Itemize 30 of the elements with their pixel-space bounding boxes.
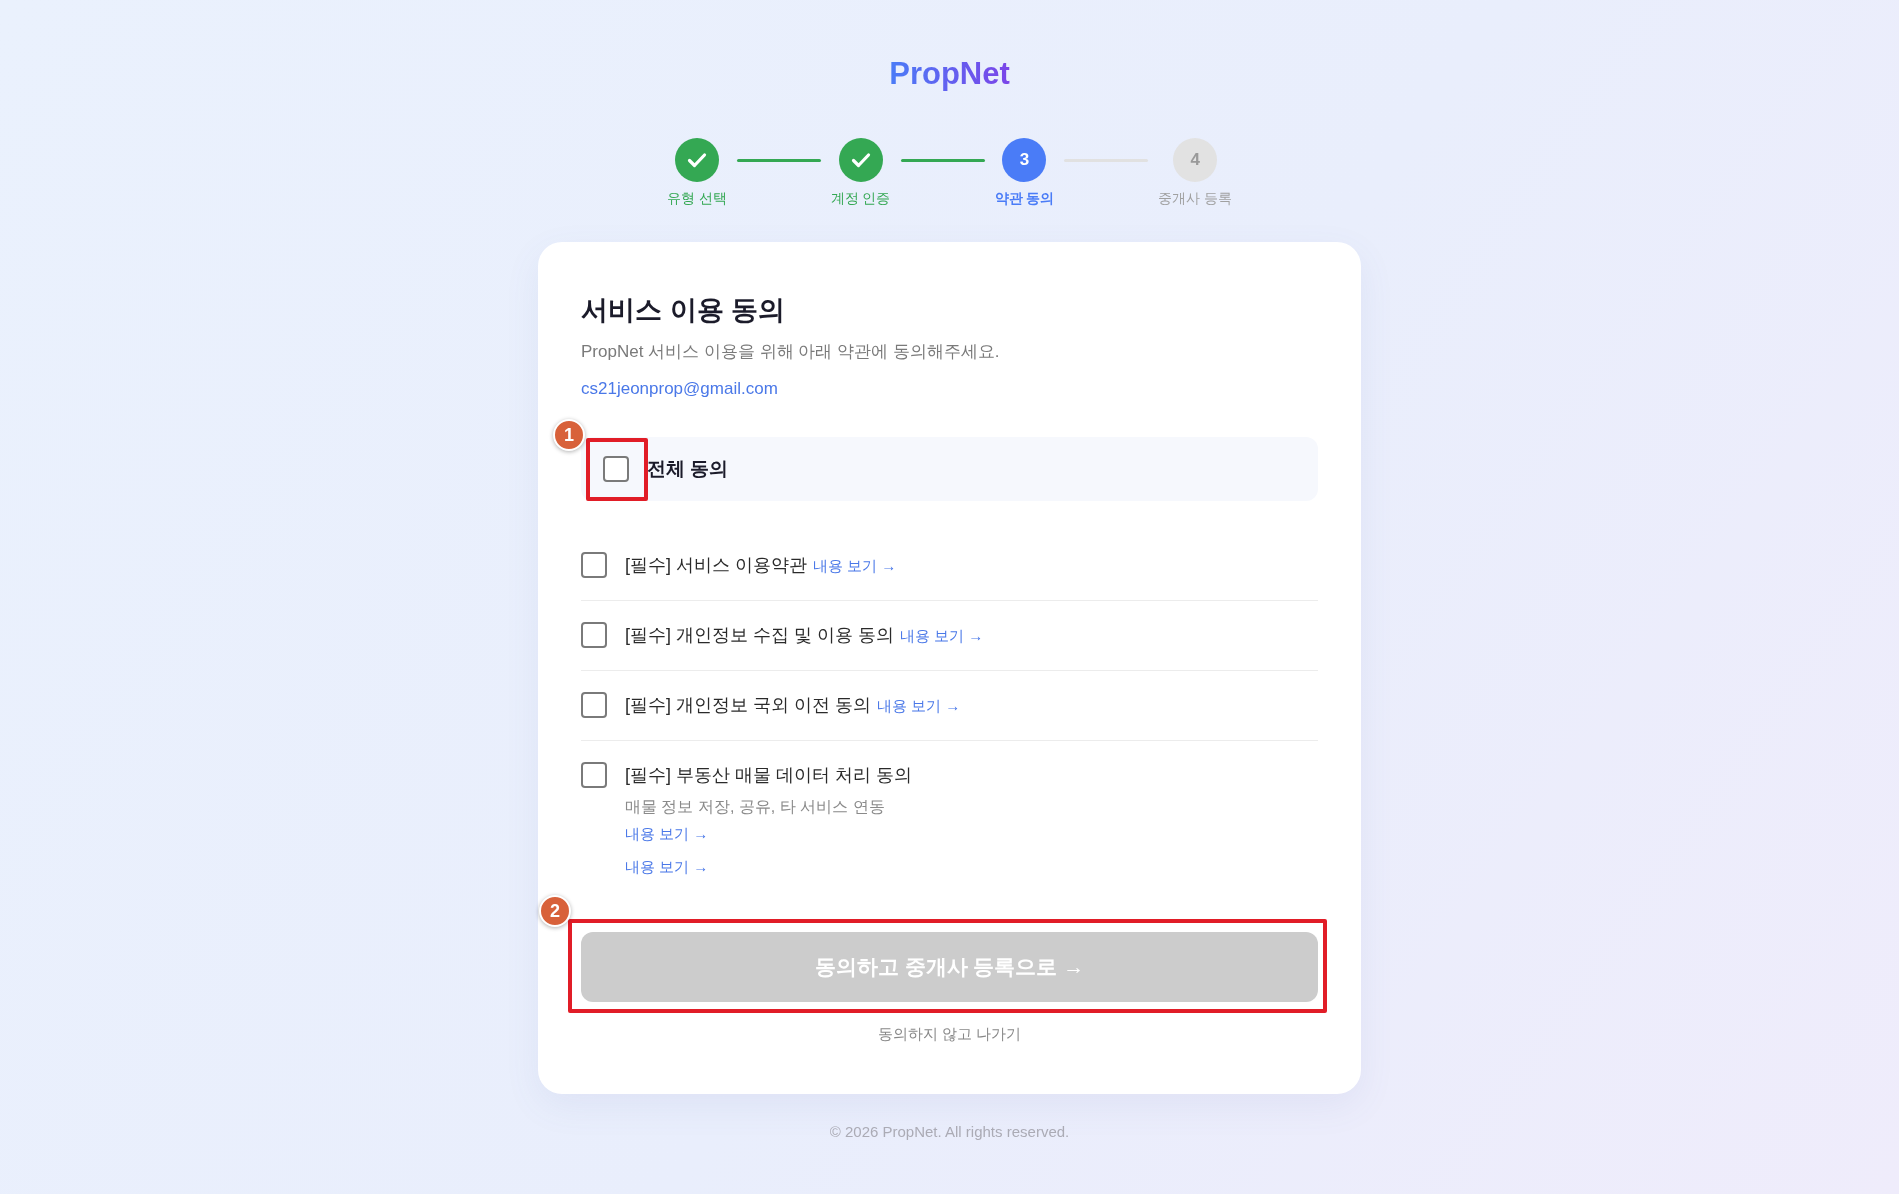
highlight-frame — [586, 438, 648, 501]
checkbox[interactable] — [581, 622, 607, 648]
view-link[interactable]: 내용 보기 → — [900, 623, 984, 649]
step-label: 중개사 등록 — [1158, 190, 1233, 208]
step-number: 4 — [1173, 138, 1218, 182]
view-link[interactable]: 내용 보기 → — [813, 553, 897, 579]
step-label: 약관 동의 — [994, 190, 1055, 208]
annotation-badge: 2 — [539, 895, 571, 927]
term-description: 매물 정보 저장, 공유, 타 서비스 연동 — [625, 797, 885, 817]
card-title: 서비스 이용 동의 — [581, 294, 786, 327]
term-label: [필수] 개인정보 수집 및 이용 동의 — [625, 624, 894, 647]
step-label: 유형 선택 — [666, 190, 727, 208]
checkbox[interactable] — [581, 552, 607, 578]
email-text: cs21jeonprop@gmail.com — [581, 378, 779, 400]
view-link[interactable]: 내용 보기 → — [625, 824, 709, 844]
view-link[interactable]: 내용 보기 → — [625, 857, 709, 877]
checkbox[interactable] — [581, 762, 607, 788]
term-label: [필수] 서비스 이용약관 — [625, 554, 807, 577]
annotation-badge: 1 — [553, 419, 585, 451]
checkbox-label: 전체 동의 — [647, 457, 729, 481]
checkbox[interactable] — [603, 456, 629, 482]
exit-link[interactable]: 동의하지 않고 나가기 — [877, 1024, 1022, 1044]
step-number: 3 — [1002, 138, 1047, 182]
view-link[interactable]: 내용 보기 → — [877, 693, 961, 719]
step-label: 계정 인증 — [830, 190, 891, 208]
footer-text: © 2026 PropNet. All rights reserved. — [829, 1122, 1070, 1142]
checkbox[interactable] — [581, 692, 607, 718]
term-label: [필수] 부동산 매물 데이터 처리 동의 — [625, 764, 912, 787]
card-subtitle: PropNet 서비스 이용을 위해 아래 약관에 동의해주세요. — [581, 341, 1001, 363]
term-label: [필수] 개인정보 국외 이전 동의 — [625, 694, 871, 717]
